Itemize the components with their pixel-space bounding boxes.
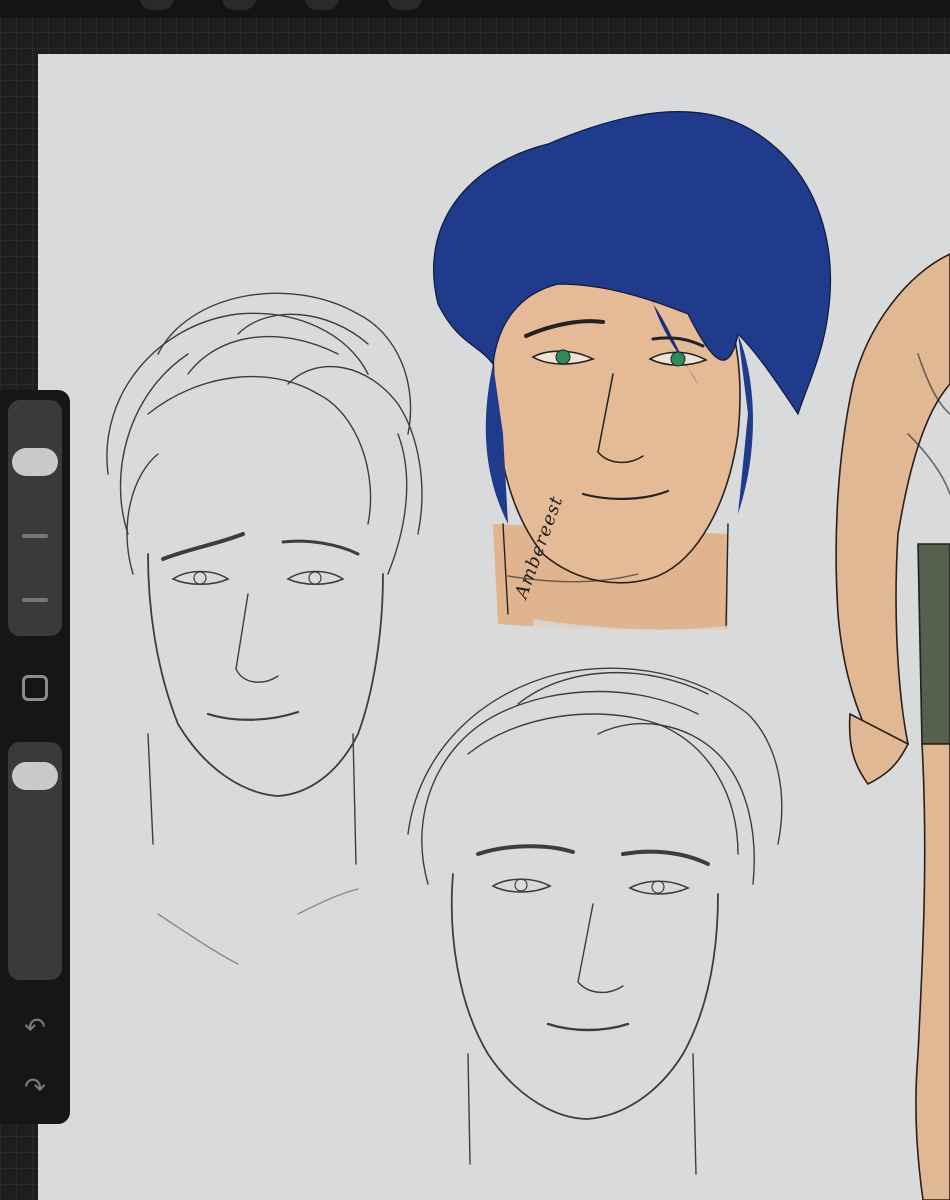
brush-size-slider[interactable]	[8, 400, 62, 636]
top-tool-button[interactable]	[305, 0, 339, 10]
sketch-head-left	[106, 292, 423, 965]
sketch-head-bottom	[407, 667, 783, 1175]
slider-tick	[22, 534, 48, 538]
brush-opacity-thumb[interactable]	[12, 762, 58, 791]
top-tool-button[interactable]	[140, 0, 174, 10]
top-tool-button[interactable]	[388, 0, 422, 10]
left-tool-sidebar: ↶ ↷	[0, 390, 70, 1124]
top-toolbar	[0, 0, 950, 18]
drawing-canvas[interactable]: Ambereest	[38, 54, 950, 1200]
body-figure-right	[835, 253, 950, 1200]
undo-arrow-icon[interactable]: ↶	[17, 1010, 53, 1046]
brush-opacity-slider[interactable]	[8, 742, 62, 980]
redo-arrow-icon[interactable]: ↷	[17, 1070, 53, 1106]
brush-size-thumb[interactable]	[12, 448, 58, 476]
colored-head	[433, 111, 831, 631]
top-tool-button[interactable]	[222, 0, 256, 10]
slider-tick	[22, 598, 48, 602]
square-outline-icon[interactable]	[17, 670, 53, 706]
